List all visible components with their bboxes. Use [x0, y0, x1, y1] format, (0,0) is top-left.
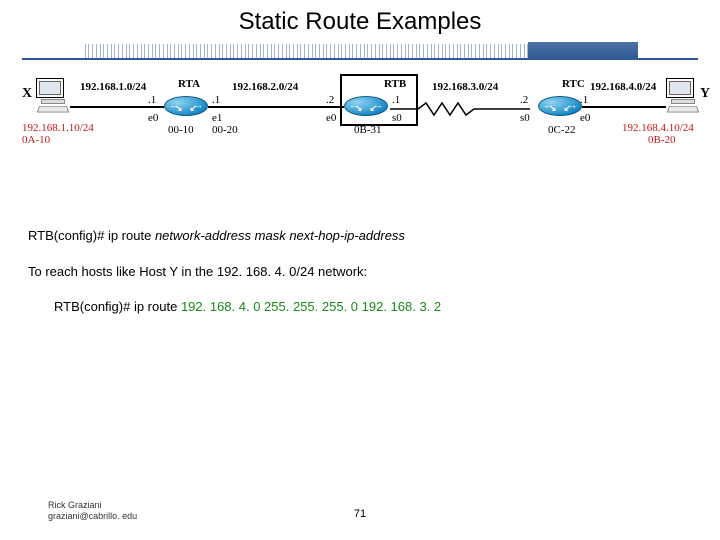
host-y-ip: 192.168.4.10/24 [622, 122, 694, 134]
rtb-id: 0B-31 [354, 124, 382, 136]
rtc-label: RTC [562, 78, 585, 90]
rta-e1: e1 [212, 112, 222, 124]
rtc-e0-ip: .1 [580, 94, 588, 106]
router-rtb-icon: ←→↘↙ [344, 96, 388, 120]
host-x-id: 0A-10 [22, 134, 50, 146]
rta-label: RTA [178, 78, 200, 90]
divider-block [528, 42, 638, 58]
slide-title: Static Route Examples [0, 0, 720, 40]
host-x-icon [36, 78, 70, 108]
explain-line: To reach hosts like Host Y in the 192. 1… [28, 262, 692, 282]
network-topology-diagram: X 192.168.1.10/24 0A-10 192.168.1.0/24 1… [22, 72, 698, 202]
rtb-label: RTB [384, 78, 406, 90]
footer-name: Rick Graziani [48, 500, 137, 511]
rtb-e0: e0 [326, 112, 336, 124]
wan-link-icon [390, 102, 530, 114]
rta-e1-ip: .1 [212, 94, 220, 106]
rtc-e0: e0 [580, 112, 590, 124]
rta-e1-sub: 00-20 [212, 124, 238, 136]
example-command: RTB(config)# ip route 192. 168. 4. 0 255… [54, 297, 692, 317]
net-4-label: 192.168.4.0/24 [590, 81, 656, 93]
rta-e0: e0 [148, 112, 158, 124]
rtc-s0: s0 [520, 112, 530, 124]
net-3-label: 192.168.3.0/24 [432, 81, 498, 93]
rtc-s0-ip: .2 [520, 94, 528, 106]
host-y-label: Y [700, 86, 710, 101]
host-y-icon [666, 78, 700, 108]
host-y-id: 0B-20 [648, 134, 676, 146]
tick-strip [82, 44, 528, 58]
header-divider [22, 42, 698, 64]
host-x-ip: 192.168.1.10/24 [22, 122, 94, 134]
host-x-label: X [22, 86, 32, 101]
rta-e0-ip: .1 [148, 94, 156, 106]
rta-id: 00-10 [168, 124, 194, 136]
page-number: 71 [354, 508, 366, 520]
footer-author: Rick Graziani graziani@cabrillo. edu [48, 500, 137, 522]
divider-line [22, 58, 698, 60]
syntax-line: RTB(config)# ip route network-address ma… [28, 226, 692, 246]
syntax-italic: network-address mask next-hop-ip-address [155, 228, 405, 243]
cmd-prefix: RTB(config)# ip route [54, 299, 181, 314]
footer-email: graziani@cabrillo. edu [48, 511, 137, 522]
prompt-text: RTB(config)# ip route [28, 228, 155, 243]
cmd-args: 192. 168. 4. 0 255. 255. 255. 0 192. 168… [181, 299, 441, 314]
rtc-id: 0C-22 [548, 124, 576, 136]
rtb-e0-ip: .2 [326, 94, 334, 106]
router-rtc-icon: ←→↘↙ [538, 96, 582, 120]
net-2-label: 192.168.2.0/24 [232, 81, 298, 93]
net-1-label: 192.168.1.0/24 [80, 81, 146, 93]
body-content: RTB(config)# ip route network-address ma… [28, 226, 692, 317]
router-rta-icon: ←→↘↙ [164, 96, 208, 120]
